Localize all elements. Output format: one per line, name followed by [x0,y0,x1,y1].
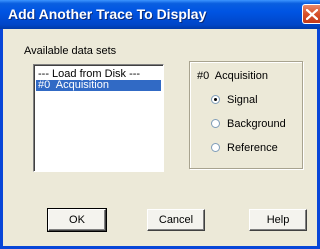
radio-background-indicator[interactable] [211,119,220,128]
datasets-listbox[interactable]: --- Load from Disk --- #0 Acquisition [33,64,164,172]
radio-reference-indicator[interactable] [211,143,220,152]
list-item-acquisition[interactable]: #0 Acquisition [36,80,161,91]
radio-reference-label[interactable]: Reference [227,142,278,154]
ok-button[interactable]: OK [47,208,107,232]
help-button[interactable]: Help [249,209,307,231]
cancel-button[interactable]: Cancel [147,209,205,231]
datasets-label: Available data sets [24,45,117,57]
close-icon [306,9,318,20]
window-title: Add Another Trace To Display [8,6,207,22]
close-button[interactable] [302,4,320,24]
radio-background-label[interactable]: Background [227,118,286,130]
radio-signal-indicator[interactable] [211,95,220,104]
title-bar[interactable]: Add Another Trace To Display [0,0,320,29]
group-title: #0 Acquisition [197,70,268,82]
radio-signal-label[interactable]: Signal [227,94,258,106]
